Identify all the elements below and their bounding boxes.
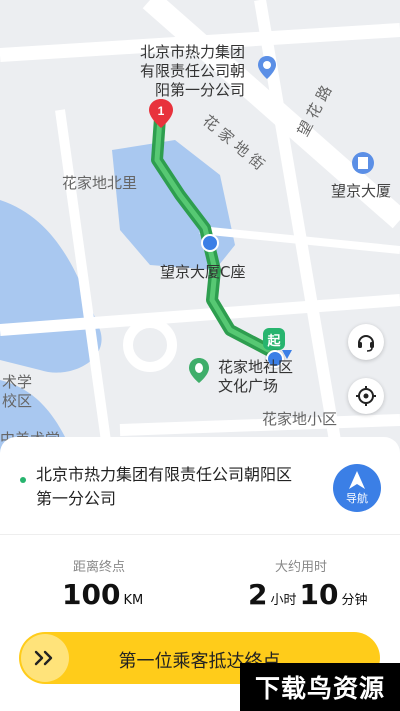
time-minutes: 10 xyxy=(299,578,339,611)
time-hours: 2 xyxy=(248,578,268,611)
destination-address: 北京市热力集团有限责任公司朝阳区第一分公司 xyxy=(36,465,293,508)
support-button[interactable] xyxy=(348,324,384,360)
bldg-label-wangjing-dasha: 望京大厦 xyxy=(331,182,392,200)
park-pin-icon[interactable] xyxy=(188,358,210,384)
end-marker-icon: 1 xyxy=(149,99,173,128)
area-label-school: 术学 校区 xyxy=(2,373,33,410)
svg-text:1: 1 xyxy=(158,104,165,118)
map-view[interactable]: 1 起 北京市热力集团 有限责任公司朝 阳第一分公司 花家地街 望花路 望京大厦… xyxy=(0,0,400,472)
locate-button[interactable] xyxy=(348,378,384,414)
start-marker: 起 xyxy=(263,328,285,350)
watermark-logo: 下载鸟资源 xyxy=(240,663,400,711)
navigation-arrow-icon xyxy=(349,470,365,489)
poi-pin-icon[interactable] xyxy=(257,56,277,80)
distance-unit: KM xyxy=(123,593,144,608)
time-hours-unit: 小时 xyxy=(270,593,297,608)
bldg-label-wangjing-c: 望京大厦C座 xyxy=(160,263,246,281)
area-label-xiaoqu: 花家地小区 xyxy=(262,410,338,428)
building-pin-icon[interactable] xyxy=(351,151,375,175)
locate-icon xyxy=(356,386,376,406)
time-minutes-unit: 分钟 xyxy=(341,593,368,608)
poi-title-top: 北京市热力集团 有限责任公司朝 阳第一分公司 xyxy=(140,43,246,99)
navigation-label: 导航 xyxy=(346,491,368,505)
divider xyxy=(0,534,400,535)
area-label-beili: 花家地北里 xyxy=(62,174,138,192)
time-caption: 大约用时 xyxy=(275,560,328,575)
distance-value-group: 100 KM xyxy=(62,578,146,611)
destination-dot xyxy=(20,477,26,483)
navigation-button[interactable]: 导航 xyxy=(333,464,381,512)
waypoint-dot xyxy=(201,234,219,252)
headset-icon xyxy=(358,335,374,352)
time-value-group: 2 小时 10 分钟 xyxy=(248,578,370,611)
distance-value: 100 xyxy=(62,578,121,611)
poi-label-plaza: 花家地社区 文化广场 xyxy=(218,358,294,395)
distance-caption: 距离终点 xyxy=(73,560,126,575)
